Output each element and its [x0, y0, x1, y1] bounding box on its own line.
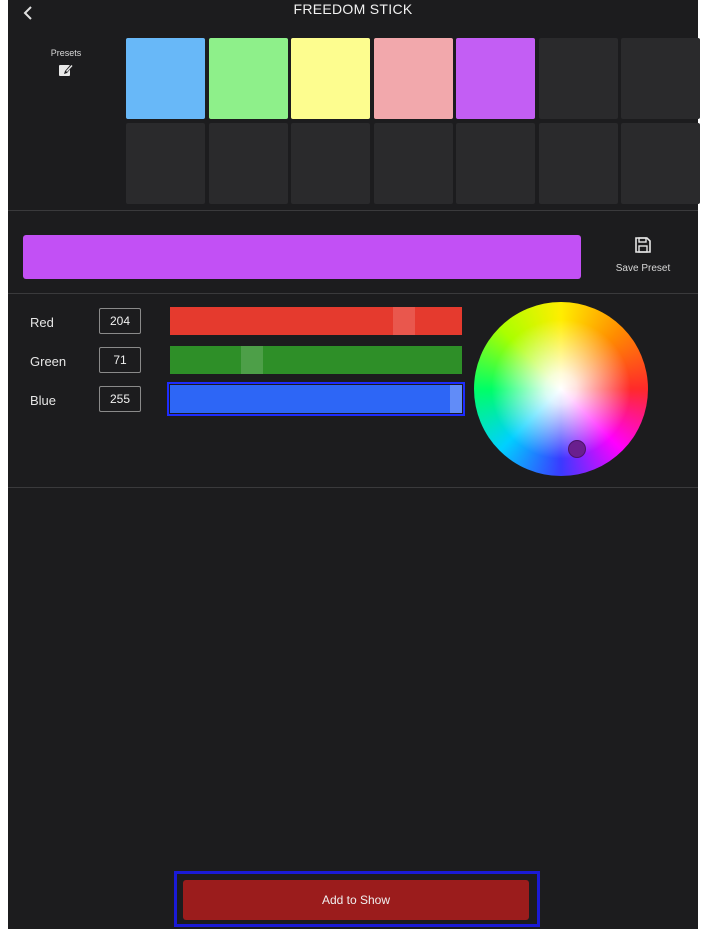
save-icon	[635, 237, 651, 253]
preset-swatch[interactable]	[373, 123, 453, 204]
edit-icon[interactable]	[58, 62, 74, 83]
back-button[interactable]	[18, 2, 38, 24]
red-slider-thumb[interactable]	[392, 307, 415, 335]
preset-swatch[interactable]	[291, 123, 370, 204]
color-wheel[interactable]	[474, 302, 648, 476]
green-label: Green	[30, 354, 67, 369]
blue-slider-highlight	[167, 382, 465, 416]
preset-swatch[interactable]	[456, 38, 535, 119]
preset-swatch[interactable]	[291, 38, 370, 119]
presets-label: Presets	[50, 48, 82, 58]
blue-value-input[interactable]	[99, 386, 141, 412]
presets-panel-label: Presets	[46, 48, 86, 83]
add-to-show-button[interactable]: Add to Show	[183, 880, 529, 920]
app-window: FREEDOM STICK Presets Save Preset Red Gr…	[8, 0, 700, 929]
save-preset-label: Save Preset	[615, 263, 671, 274]
preset-swatch[interactable]	[456, 123, 535, 204]
divider	[8, 293, 698, 294]
red-label: Red	[30, 315, 54, 330]
divider	[8, 487, 698, 488]
preset-swatch-grid	[126, 38, 700, 208]
red-slider[interactable]	[170, 307, 462, 335]
green-slider-thumb[interactable]	[240, 346, 263, 374]
green-value-input[interactable]	[99, 347, 141, 373]
color-wheel-handle[interactable]	[568, 440, 586, 458]
red-value-input[interactable]	[99, 308, 141, 334]
preset-swatch[interactable]	[538, 123, 618, 204]
save-preset-button[interactable]: Save Preset	[608, 236, 678, 274]
preset-swatch[interactable]	[621, 38, 700, 119]
chevron-left-icon	[23, 6, 32, 20]
green-slider[interactable]	[170, 346, 462, 374]
preset-swatch[interactable]	[621, 123, 700, 204]
preset-swatch[interactable]	[538, 38, 618, 119]
header: FREEDOM STICK	[8, 0, 698, 30]
preset-swatch[interactable]	[126, 38, 205, 119]
blue-label: Blue	[30, 393, 57, 408]
current-color-preview	[23, 235, 581, 279]
preset-swatch[interactable]	[208, 38, 288, 119]
preset-swatch[interactable]	[373, 38, 453, 119]
preset-swatch[interactable]	[126, 123, 205, 204]
page-title: FREEDOM STICK	[293, 1, 413, 17]
divider	[8, 210, 698, 211]
preset-swatch[interactable]	[208, 123, 288, 204]
